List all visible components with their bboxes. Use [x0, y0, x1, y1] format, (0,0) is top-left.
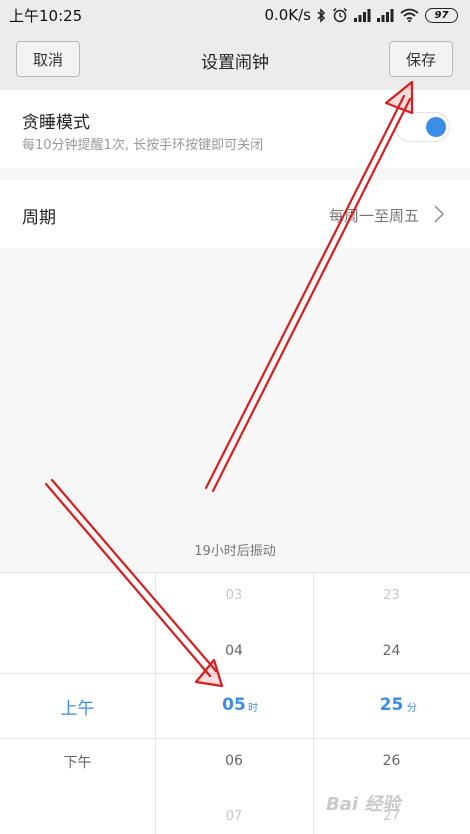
battery-icon: 97: [425, 7, 458, 23]
minute-option[interactable]: 23: [313, 588, 470, 603]
minute-selected[interactable]: 25: [313, 695, 470, 715]
signal-icon: [354, 8, 371, 22]
snooze-toggle[interactable]: [395, 112, 450, 142]
status-time: 上午10:25: [9, 6, 83, 25]
hour-option[interactable]: 06: [155, 753, 313, 769]
minute-unit: 分: [407, 703, 417, 714]
ampm-selected[interactable]: 上午: [0, 694, 155, 719]
bluetooth-icon: [317, 7, 326, 23]
hour-unit: 时: [248, 703, 258, 714]
signal-icon: [377, 8, 394, 22]
net-speed: 0.0K/s: [264, 6, 311, 24]
watermark: Bai 经验: [326, 794, 401, 815]
hour-option[interactable]: 03: [155, 588, 313, 603]
vibrate-hint: 19小时后振动: [194, 544, 276, 559]
chevron-right-icon: [433, 204, 445, 228]
hour-option[interactable]: 04: [155, 643, 313, 659]
cancel-button[interactable]: 取消: [16, 41, 80, 77]
title-bar: 设置闹钟 取消 保存: [0, 30, 470, 90]
snooze-title: 贪睡模式: [22, 113, 90, 133]
alarm-icon: [332, 7, 348, 23]
wifi-icon: [400, 8, 419, 22]
minute-option[interactable]: 24: [313, 643, 470, 659]
period-label: 周期: [22, 208, 56, 228]
status-bar: 上午10:25 0.0K/s 97: [0, 0, 470, 30]
status-icons: 0.0K/s 97: [264, 6, 458, 24]
save-button[interactable]: 保存: [389, 41, 453, 77]
snooze-subtitle: 每10分钟提醒1次, 长按手环按键即可关闭: [22, 138, 264, 153]
hour-selected[interactable]: 05: [155, 695, 313, 715]
selection-line-bottom: [0, 738, 470, 739]
selection-line-top: [0, 673, 470, 674]
ampm-option[interactable]: 下午: [0, 752, 155, 772]
hour-option[interactable]: 07: [155, 809, 313, 824]
toggle-knob: [426, 117, 446, 137]
minute-option[interactable]: 26: [313, 753, 470, 769]
period-value: 每周一至周五: [328, 207, 419, 225]
period-row[interactable]: 周期 每周一至周五: [0, 180, 470, 248]
